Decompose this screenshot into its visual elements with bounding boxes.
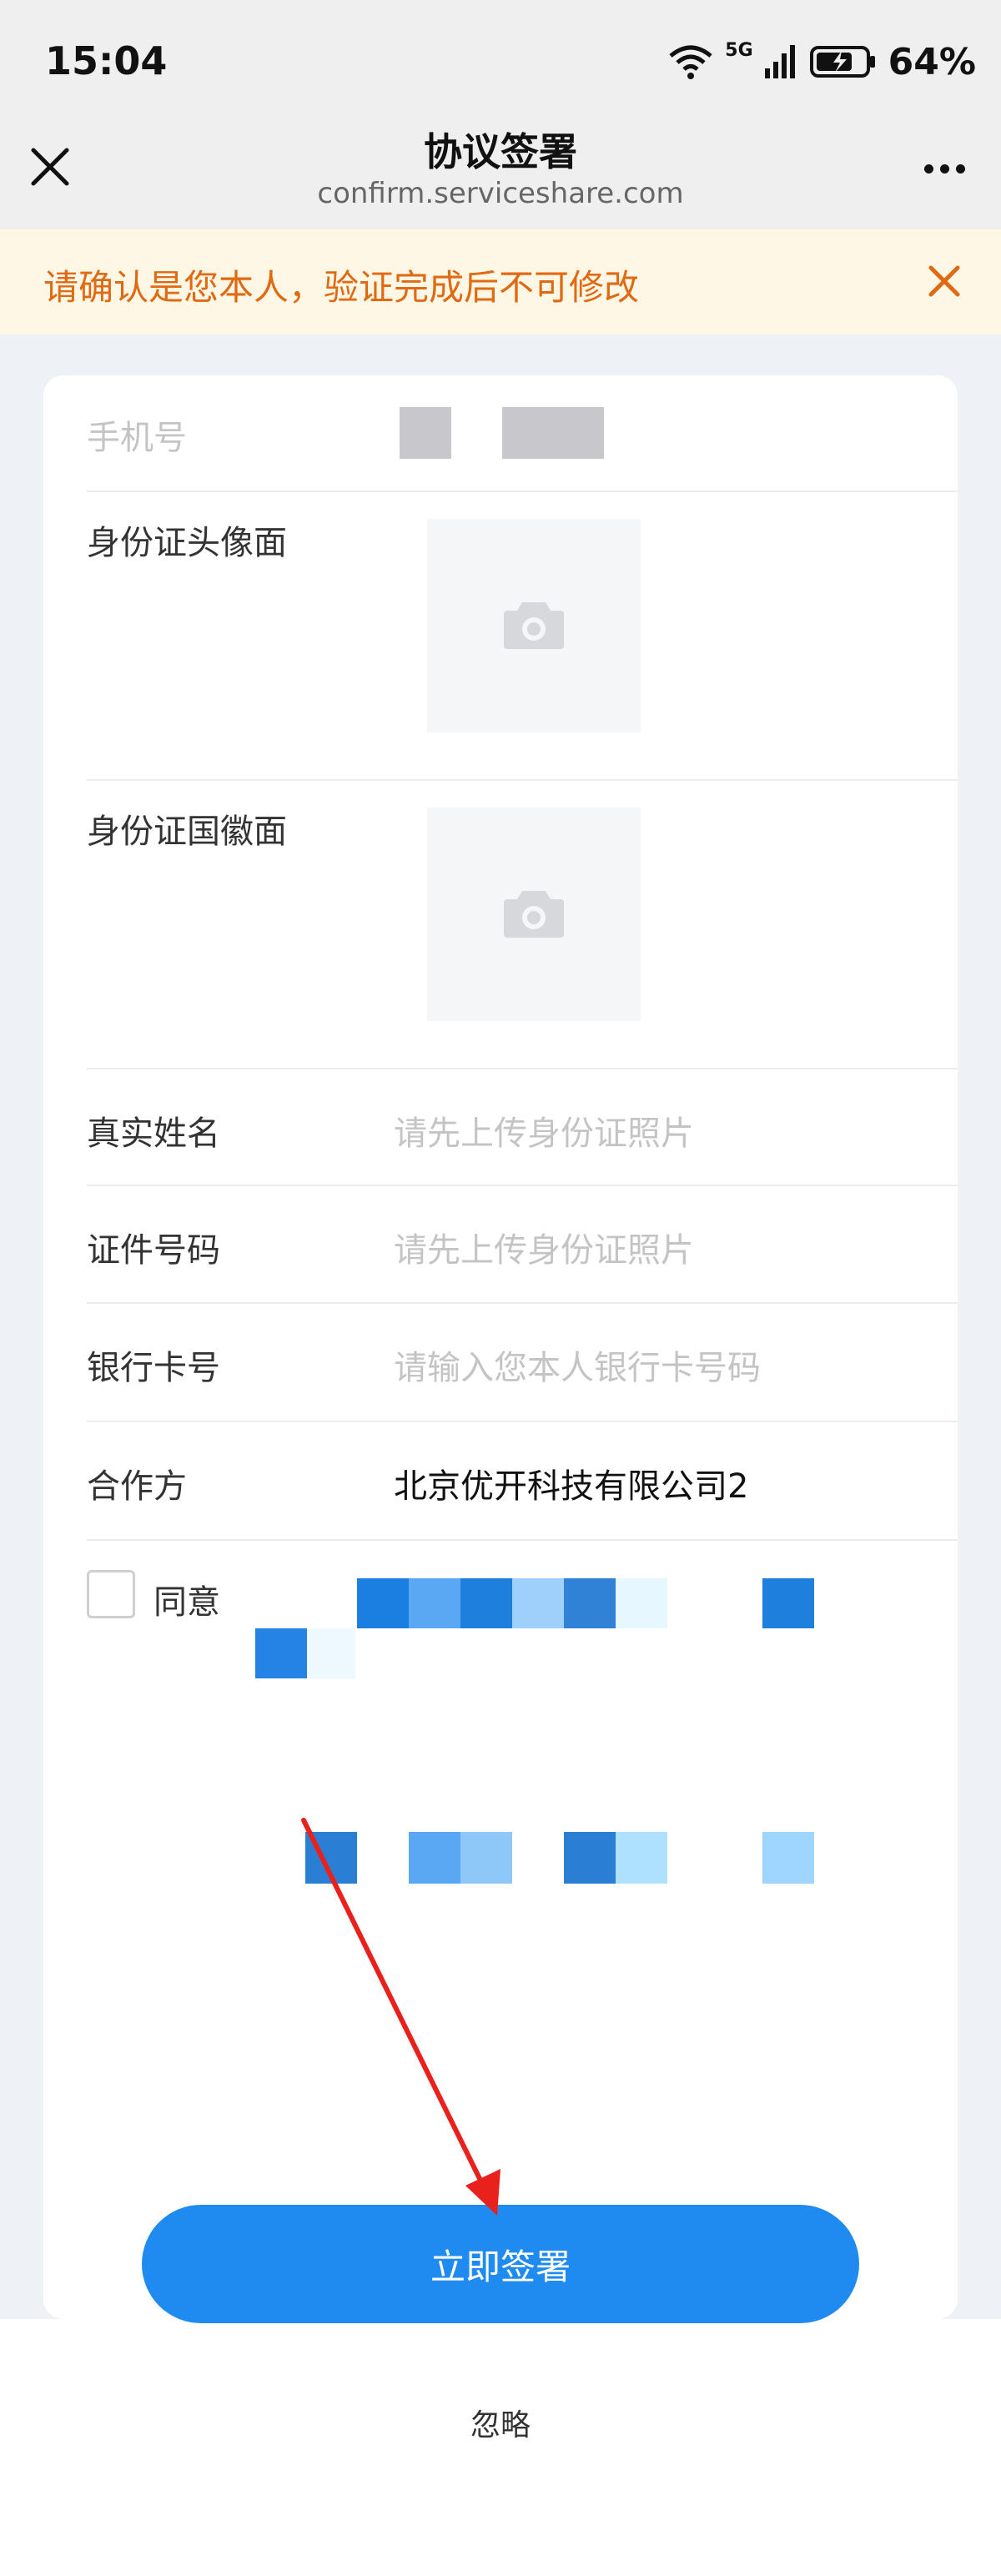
annotation-arrow-icon — [301, 1818, 500, 2216]
